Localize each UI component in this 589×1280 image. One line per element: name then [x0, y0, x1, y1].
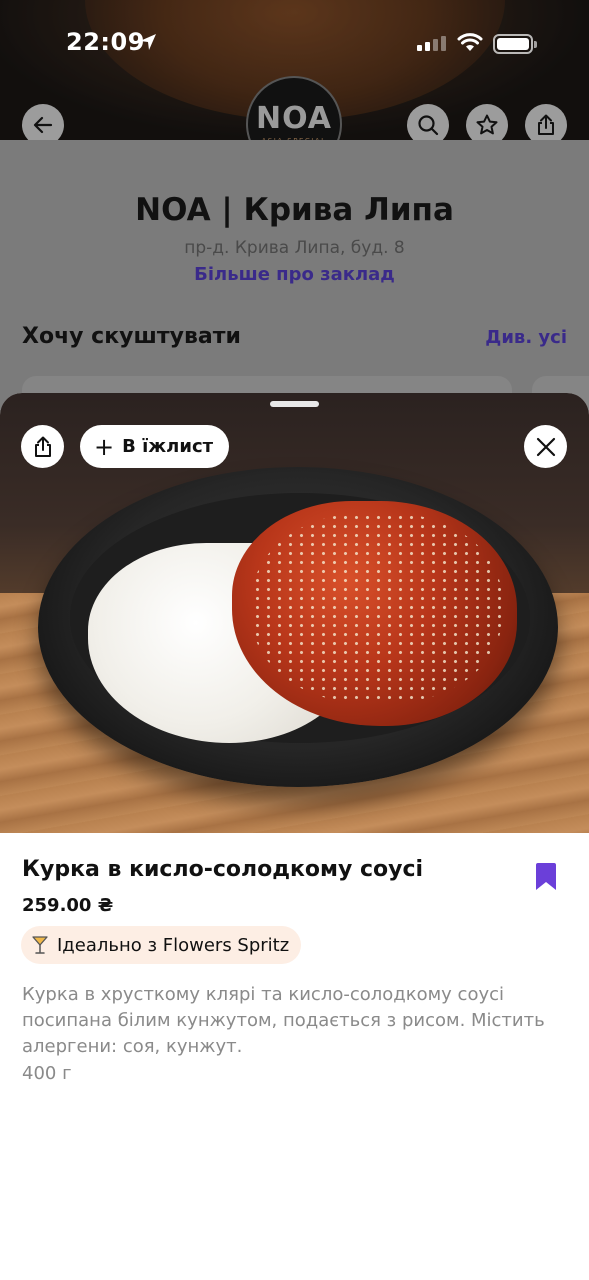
share-icon	[34, 436, 51, 457]
bookmark-icon[interactable]	[535, 863, 557, 890]
arrow-left-icon	[33, 116, 53, 134]
add-to-list-label: В їжлист	[122, 436, 214, 457]
pairing-label: Ідеально з Flowers Spritz	[57, 934, 290, 956]
about-restaurant-link[interactable]: Більше про заклад	[0, 264, 589, 285]
dish-bottom-sheet: + В їжлист Курка в кисло-солодкому соусі…	[0, 393, 589, 1280]
star-icon	[476, 114, 498, 135]
status-time: 22:09	[66, 28, 145, 56]
dish-description: Курка в хрусткому клярі та кисло-солодко…	[22, 984, 545, 1057]
section-title: Хочу скуштувати	[22, 324, 241, 349]
close-button[interactable]	[524, 425, 567, 468]
share-dish-button[interactable]	[21, 425, 64, 468]
sheet-drag-handle[interactable]	[270, 401, 319, 407]
restaurant-address: пр-д. Крива Липа, буд. 8	[184, 238, 405, 258]
plus-icon: +	[94, 432, 115, 461]
status-bar: 22:09	[0, 0, 589, 88]
battery-icon	[493, 34, 537, 54]
close-icon	[536, 437, 555, 456]
dish-weight: 400 г	[22, 1063, 72, 1084]
dish-price: 259.00 ₴	[22, 895, 114, 916]
wifi-icon	[457, 33, 483, 51]
location-arrow-icon	[140, 34, 156, 50]
dish-title: Курка в кисло-солодкому соусі	[22, 857, 424, 882]
search-icon	[418, 115, 439, 136]
signal-icon	[417, 36, 446, 51]
restaurant-name: NOA | Крива Липа	[135, 192, 454, 228]
share-icon	[538, 114, 554, 135]
cocktail-icon	[32, 936, 48, 954]
see-all-link[interactable]: Див. усі	[485, 327, 567, 348]
pairing-badge[interactable]: Ідеально з Flowers Spritz	[21, 926, 302, 964]
add-to-list-button[interactable]: + В їжлист	[80, 425, 230, 468]
